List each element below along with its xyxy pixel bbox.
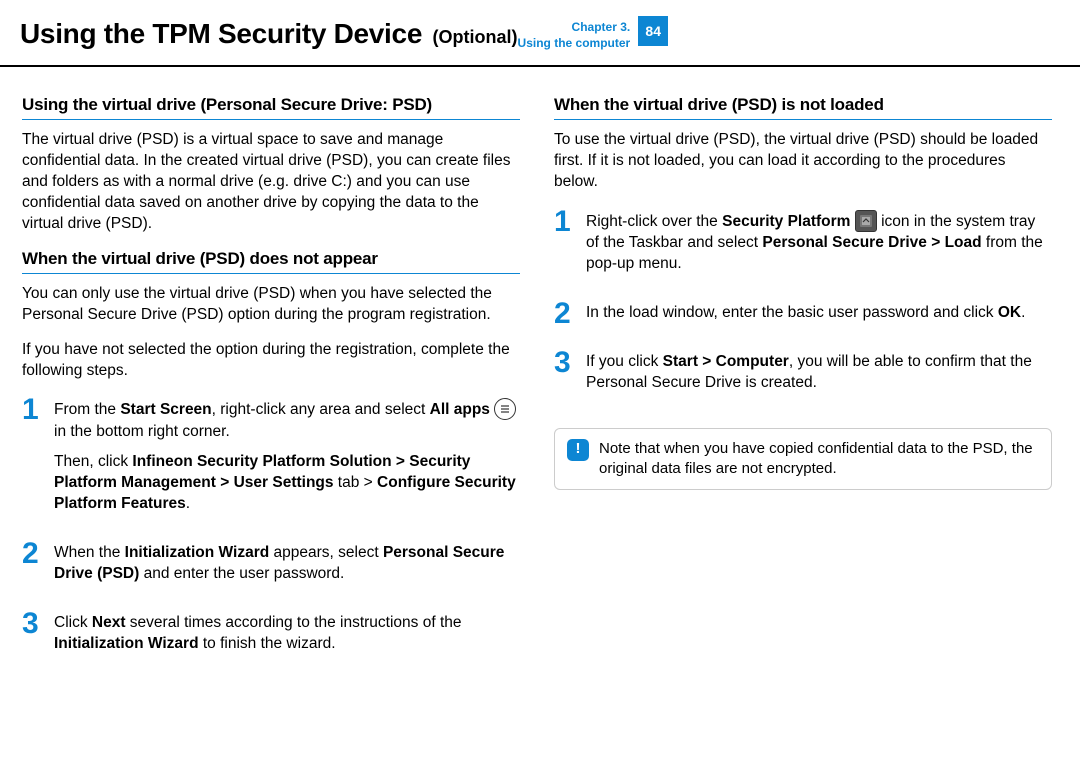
text: In the load window, enter the basic user… bbox=[586, 304, 998, 321]
step-number: 1 bbox=[22, 395, 44, 525]
left-step-1: 1 From the Start Screen, right-click any… bbox=[22, 395, 520, 525]
text: Right-click over the bbox=[586, 213, 722, 230]
note-icon: ! bbox=[567, 439, 589, 461]
para-psd-missing-1: You can only use the virtual drive (PSD)… bbox=[22, 284, 520, 326]
step-body: In the load window, enter the basic user… bbox=[586, 299, 1025, 334]
text-bold: Initialization Wizard bbox=[54, 635, 199, 652]
text: Click bbox=[54, 614, 92, 631]
left-step-3: 3 Click Next several times according to … bbox=[22, 609, 520, 665]
section-heading-psd-missing: When the virtual drive (PSD) does not ap… bbox=[22, 249, 520, 274]
text: tab > bbox=[334, 474, 378, 491]
security-platform-icon bbox=[855, 210, 877, 232]
title-main: Using the TPM Security Device bbox=[20, 18, 422, 49]
page-title: Using the TPM Security Device (Optional) bbox=[20, 18, 518, 50]
text: . bbox=[186, 495, 190, 512]
text-bold: Next bbox=[92, 614, 126, 631]
para-psd-missing-2: If you have not selected the option duri… bbox=[22, 340, 520, 382]
text: and enter the user password. bbox=[139, 565, 344, 582]
step-number: 2 bbox=[22, 539, 44, 595]
text: several times according to the instructi… bbox=[126, 614, 462, 631]
step-number: 3 bbox=[22, 609, 44, 665]
step-body: From the Start Screen, right-click any a… bbox=[54, 395, 520, 525]
text: . bbox=[1021, 304, 1025, 321]
text-bold: Start > Computer bbox=[663, 353, 789, 370]
para-psd-intro: The virtual drive (PSD) is a virtual spa… bbox=[22, 130, 520, 235]
text: appears, select bbox=[269, 544, 383, 561]
text: When the bbox=[54, 544, 125, 561]
step-body: Right-click over the Security Platform i… bbox=[586, 207, 1052, 285]
note-box: ! Note that when you have copied confide… bbox=[554, 428, 1052, 491]
step-number: 2 bbox=[554, 299, 576, 334]
left-step-2: 2 When the Initialization Wizard appears… bbox=[22, 539, 520, 595]
right-step-3: 3 If you click Start > Computer, you wil… bbox=[554, 348, 1052, 404]
right-step-1: 1 Right-click over the Security Platform… bbox=[554, 207, 1052, 285]
text-bold: Start Screen bbox=[120, 402, 211, 419]
text: to finish the wizard. bbox=[199, 635, 336, 652]
section-heading-psd-using: Using the virtual drive (Personal Secure… bbox=[22, 95, 520, 120]
note-text: Note that when you have copied confident… bbox=[599, 439, 1039, 480]
chapter-number: Chapter 3. bbox=[518, 20, 631, 36]
content-columns: Using the virtual drive (Personal Secure… bbox=[0, 67, 1080, 699]
section-heading-psd-not-loaded: When the virtual drive (PSD) is not load… bbox=[554, 95, 1052, 120]
page-header: Using the TPM Security Device (Optional)… bbox=[0, 0, 1080, 67]
right-column: When the virtual drive (PSD) is not load… bbox=[554, 87, 1052, 679]
page-number-badge: 84 bbox=[638, 16, 668, 46]
chapter-name: Using the computer bbox=[518, 36, 631, 52]
text-bold: All apps bbox=[430, 402, 490, 419]
title-subtitle: (Optional) bbox=[433, 27, 518, 47]
para-psd-not-loaded: To use the virtual drive (PSD), the virt… bbox=[554, 130, 1052, 193]
chapter-meta: Chapter 3. Using the computer bbox=[518, 20, 631, 51]
step-body: If you click Start > Computer, you will … bbox=[586, 348, 1052, 404]
text: Then, click bbox=[54, 453, 132, 470]
step-body: Click Next several times according to th… bbox=[54, 609, 520, 665]
text: , right-click any area and select bbox=[212, 402, 430, 419]
all-apps-icon bbox=[494, 398, 516, 420]
step-number: 1 bbox=[554, 207, 576, 285]
text-bold: Security Platform bbox=[722, 213, 850, 230]
step-body: When the Initialization Wizard appears, … bbox=[54, 539, 520, 595]
left-column: Using the virtual drive (Personal Secure… bbox=[22, 87, 520, 679]
step-number: 3 bbox=[554, 348, 576, 404]
text-bold: Personal Secure Drive > Load bbox=[762, 234, 981, 251]
right-step-2: 2 In the load window, enter the basic us… bbox=[554, 299, 1052, 334]
text: If you click bbox=[586, 353, 663, 370]
text: From the bbox=[54, 402, 120, 419]
text: in the bottom right corner. bbox=[54, 423, 230, 440]
text-bold: Initialization Wizard bbox=[125, 544, 270, 561]
text-bold: OK bbox=[998, 304, 1021, 321]
